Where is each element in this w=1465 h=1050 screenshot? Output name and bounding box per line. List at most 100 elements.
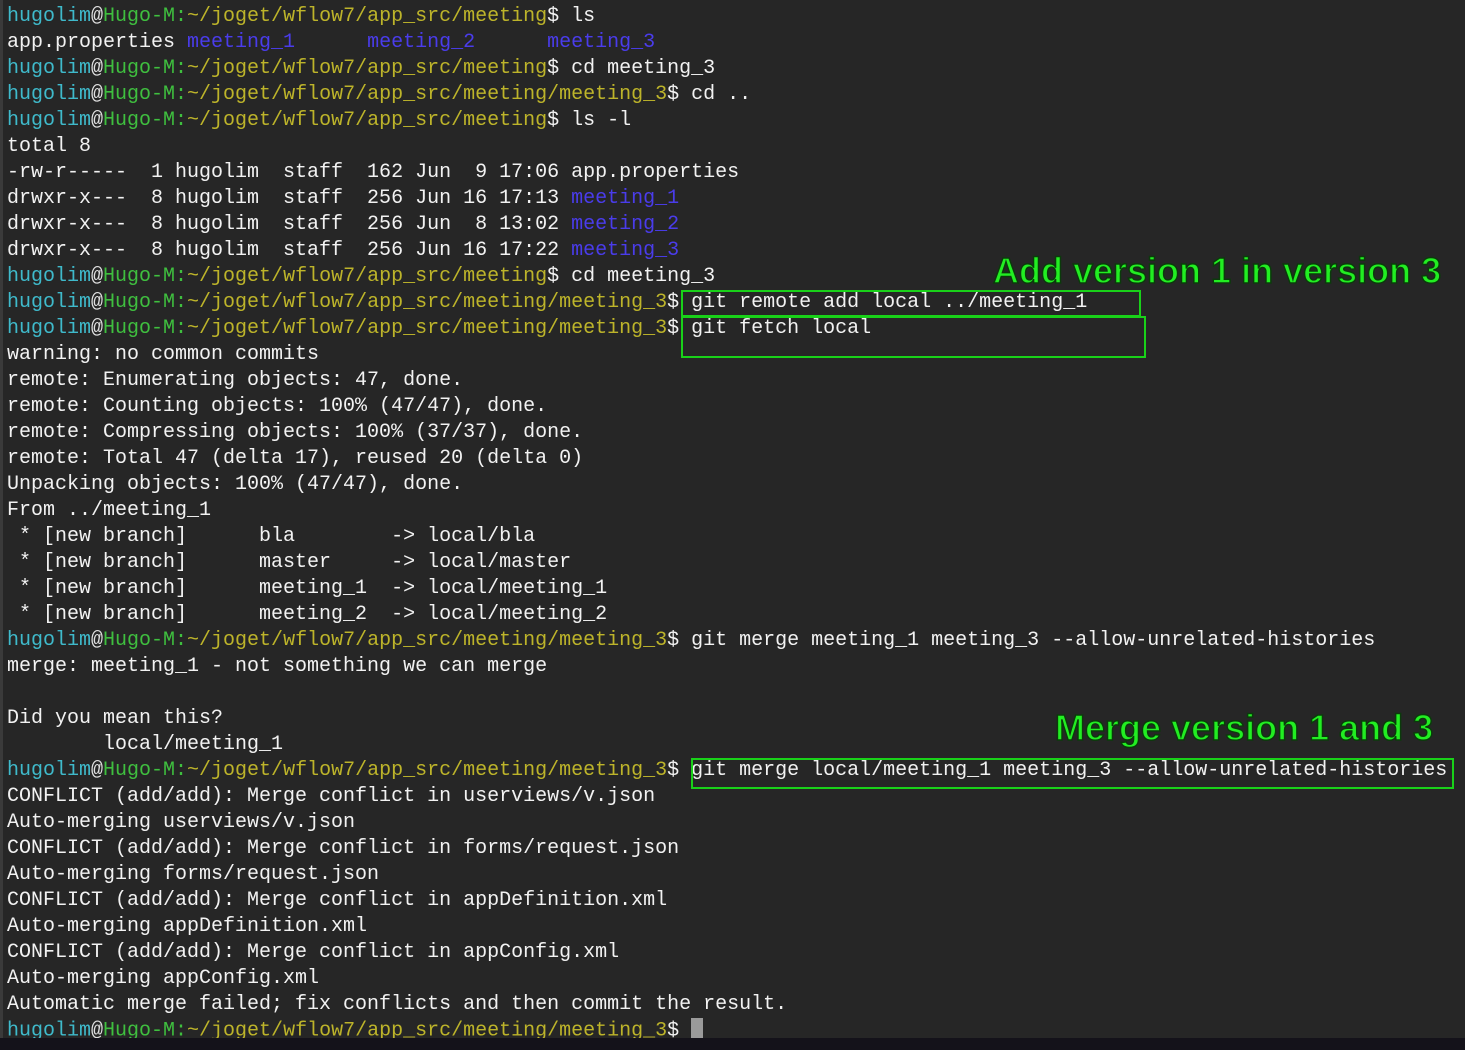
- output-text: merge: meeting_1 - not something we can …: [7, 655, 548, 678]
- output-text: remote: Enumerating objects: 47, done.: [7, 369, 464, 392]
- terminal-line: * [new branch] bla -> local/bla: [7, 524, 1447, 550]
- output-text: remote: Compressing objects: 100% (37/37…: [7, 421, 584, 444]
- annotation-merge-version: Merge version 1 and 3: [1054, 707, 1434, 748]
- prompt-path: ~/joget/wflow7/app_src/meeting: [187, 109, 548, 132]
- prompt-user: hugolim: [7, 57, 92, 80]
- prompt-host: Hugo-M:: [103, 109, 188, 132]
- output-text: From ../meeting_1: [7, 499, 212, 522]
- output-text: * [new branch] meeting_1 -> local/meetin…: [7, 577, 608, 600]
- output-text: CONFLICT (add/add): Merge conflict in us…: [7, 785, 656, 808]
- terminal-line: From ../meeting_1: [7, 498, 1447, 524]
- output-text: drwxr-x--- 8 hugolim staff 256 Jun 16 17…: [7, 239, 572, 262]
- output-text: drwxr-x--- 8 hugolim staff 256 Jun 16 17…: [7, 187, 572, 210]
- terminal-line: total 8: [7, 134, 1447, 160]
- prompt-user: hugolim: [7, 5, 92, 28]
- prompt-at: @: [91, 57, 104, 80]
- output-text: $ git merge meeting_1 meeting_3 --allow-…: [667, 629, 1376, 652]
- prompt-host: Hugo-M:: [103, 291, 188, 314]
- prompt-at: @: [91, 265, 104, 288]
- prompt-user: hugolim: [7, 629, 92, 652]
- prompt-at: @: [91, 629, 104, 652]
- terminal-line: hugolim@Hugo-M:~/joget/wflow7/app_src/me…: [7, 108, 1447, 134]
- terminal-line: * [new branch] meeting_2 -> local/meetin…: [7, 602, 1447, 628]
- output-text: app.properties: [7, 31, 188, 54]
- prompt-path: ~/joget/wflow7/app_src/meeting/meeting_3: [187, 291, 668, 314]
- output-text: Unpacking objects: 100% (47/47), done.: [7, 473, 464, 496]
- output-text: * [new branch] master -> local/master: [7, 551, 572, 574]
- terminal-line: remote: Total 47 (delta 17), reused 20 (…: [7, 446, 1447, 472]
- terminal-line: CONFLICT (add/add): Merge conflict in fo…: [7, 836, 1447, 862]
- terminal-line: CONFLICT (add/add): Merge conflict in ap…: [7, 940, 1447, 966]
- terminal-line: Auto-merging appConfig.xml: [7, 966, 1447, 992]
- output-text: * [new branch] meeting_2 -> local/meetin…: [7, 603, 608, 626]
- prompt-path: ~/joget/wflow7/app_src/meeting/meeting_3: [187, 83, 668, 106]
- prompt-host: Hugo-M:: [103, 5, 188, 28]
- prompt-user: hugolim: [7, 83, 92, 106]
- directory-name: meeting_2: [571, 213, 680, 236]
- directory-name: meeting_1: [571, 187, 680, 210]
- prompt-at: @: [91, 109, 104, 132]
- output-text: Auto-merging userviews/v.json: [7, 811, 356, 834]
- prompt-at: @: [91, 291, 104, 314]
- prompt-user: hugolim: [7, 109, 92, 132]
- prompt-path: ~/joget/wflow7/app_src/meeting/meeting_3: [187, 317, 668, 340]
- output-text: CONFLICT (add/add): Merge conflict in fo…: [7, 837, 680, 860]
- output-text: remote: Total 47 (delta 17), reused 20 (…: [7, 447, 584, 470]
- directory-name: meeting_1: [187, 31, 296, 54]
- terminal-line: Automatic merge failed; fix conflicts an…: [7, 992, 1447, 1018]
- directory-name: meeting_2: [367, 31, 476, 54]
- prompt-path: ~/joget/wflow7/app_src/meeting/meeting_3: [187, 629, 668, 652]
- prompt-user: hugolim: [7, 317, 92, 340]
- output-text: -rw-r----- 1 hugolim staff 162 Jun 9 17:…: [7, 161, 740, 184]
- terminal-line: hugolim@Hugo-M:~/joget/wflow7/app_src/me…: [7, 4, 1447, 30]
- highlight-box-fetch: [681, 316, 1146, 358]
- terminal-line: app.properties meeting_1 meeting_2 meeti…: [7, 30, 1447, 56]
- directory-name: meeting_3: [571, 239, 680, 262]
- highlight-box-remote-add: [681, 290, 1141, 317]
- terminal-line: Unpacking objects: 100% (47/47), done.: [7, 472, 1447, 498]
- prompt-path: ~/joget/wflow7/app_src/meeting: [187, 265, 548, 288]
- prompt-path: ~/joget/wflow7/app_src/meeting: [187, 57, 548, 80]
- output-text: CONFLICT (add/add): Merge conflict in ap…: [7, 889, 668, 912]
- terminal-line: drwxr-x--- 8 hugolim staff 256 Jun 16 17…: [7, 186, 1447, 212]
- prompt-user: hugolim: [7, 265, 92, 288]
- terminal-output[interactable]: hugolim@Hugo-M:~/joget/wflow7/app_src/me…: [7, 4, 1447, 1044]
- prompt-user: hugolim: [7, 291, 92, 314]
- prompt-at: @: [91, 83, 104, 106]
- terminal-line: * [new branch] meeting_1 -> local/meetin…: [7, 576, 1447, 602]
- output-text: * [new branch] bla -> local/bla: [7, 525, 536, 548]
- prompt-host: Hugo-M:: [103, 317, 188, 340]
- prompt-user: hugolim: [7, 759, 92, 782]
- terminal-line: CONFLICT (add/add): Merge conflict in ap…: [7, 888, 1447, 914]
- terminal-line: * [new branch] master -> local/master: [7, 550, 1447, 576]
- prompt-at: @: [91, 759, 104, 782]
- output-text: $ cd meeting_3: [547, 265, 716, 288]
- directory-name: meeting_3: [547, 31, 656, 54]
- terminal-line: remote: Counting objects: 100% (47/47), …: [7, 394, 1447, 420]
- highlight-box-merge: [691, 758, 1454, 789]
- prompt-path: ~/joget/wflow7/app_src/meeting: [187, 5, 548, 28]
- terminal-line: hugolim@Hugo-M:~/joget/wflow7/app_src/me…: [7, 628, 1447, 654]
- terminal-line: hugolim@Hugo-M:~/joget/wflow7/app_src/me…: [7, 82, 1447, 108]
- terminal-line: remote: Enumerating objects: 47, done.: [7, 368, 1447, 394]
- prompt-host: Hugo-M:: [103, 629, 188, 652]
- output-text: drwxr-x--- 8 hugolim staff 256 Jun 8 13:…: [7, 213, 572, 236]
- prompt-host: Hugo-M:: [103, 83, 188, 106]
- output-text: local/meeting_1: [7, 733, 284, 756]
- terminal-line: merge: meeting_1 - not something we can …: [7, 654, 1447, 680]
- terminal-line: -rw-r----- 1 hugolim staff 162 Jun 9 17:…: [7, 160, 1447, 186]
- output-text: Did you mean this?: [7, 707, 224, 730]
- prompt-host: Hugo-M:: [103, 759, 188, 782]
- prompt-path: ~/joget/wflow7/app_src/meeting/meeting_3: [187, 759, 668, 782]
- output-text: warning: no common commits: [7, 343, 320, 366]
- output-text: Automatic merge failed; fix conflicts an…: [7, 993, 788, 1016]
- output-text: total 8: [7, 135, 92, 158]
- prompt-host: Hugo-M:: [103, 57, 188, 80]
- output-text: CONFLICT (add/add): Merge conflict in ap…: [7, 941, 620, 964]
- annotation-add-version: Add version 1 in version 3: [992, 250, 1442, 291]
- output-text: Auto-merging appDefinition.xml: [7, 915, 368, 938]
- output-text: $ cd meeting_3: [547, 57, 716, 80]
